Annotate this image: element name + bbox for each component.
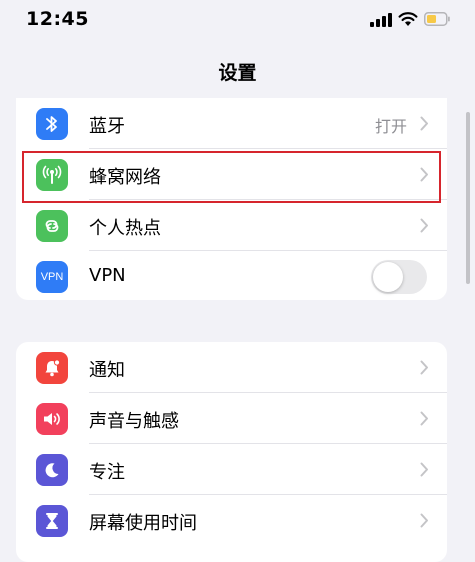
- vpn-icon: VPN: [36, 261, 68, 293]
- bluetooth-status-value: 打开: [374, 117, 407, 136]
- settings-row-cellular[interactable]: 蜂窝网络: [16, 149, 447, 200]
- settings-row-focus[interactable]: 专注: [16, 444, 447, 495]
- settings-row-label: VPN: [89, 265, 126, 286]
- settings-row-label: 蜂窝网络: [89, 167, 161, 188]
- chevron-right-icon: [420, 513, 428, 528]
- settings-row-bluetooth[interactable]: 蓝牙 打开: [16, 98, 447, 149]
- focus-moon-icon: [36, 454, 68, 486]
- chevron-right-icon: [420, 411, 428, 426]
- sounds-icon: [36, 403, 68, 435]
- vpn-toggle[interactable]: [371, 260, 427, 294]
- notifications-icon: [36, 352, 68, 384]
- connectivity-group: 蓝牙 打开 蜂窝网络 个人热点 VPN VPN: [16, 98, 447, 300]
- hourglass-icon: [36, 505, 68, 537]
- settings-row-screen-time[interactable]: 屏幕使用时间: [16, 495, 447, 546]
- wifi-icon: [398, 12, 418, 26]
- settings-row-label: 屏幕使用时间: [89, 513, 197, 534]
- chevron-right-icon: [420, 218, 428, 233]
- vpn-icon-text: VPN: [40, 271, 64, 283]
- settings-row-notifications[interactable]: 通知: [16, 342, 447, 393]
- chevron-right-icon: [420, 167, 428, 182]
- chevron-right-icon: [420, 360, 428, 375]
- cellular-signal-icon: [370, 13, 392, 27]
- settings-row-label: 个人热点: [89, 218, 161, 239]
- page-title: 设置: [218, 62, 257, 84]
- scroll-indicator: [466, 112, 470, 284]
- toggle-knob: [373, 262, 403, 292]
- battery-icon: [424, 12, 450, 26]
- cellular-antenna-icon: [36, 159, 68, 191]
- chevron-right-icon: [420, 462, 428, 477]
- settings-row-label: 声音与触感: [89, 411, 179, 432]
- general-group: 通知 声音与触感 专注 屏幕使用时间: [16, 342, 447, 562]
- settings-row-vpn: VPN VPN: [16, 251, 447, 300]
- status-time: 12:45: [26, 8, 89, 30]
- settings-row-personal-hotspot[interactable]: 个人热点: [16, 200, 447, 251]
- settings-row-label: 通知: [89, 360, 125, 381]
- settings-row-sounds[interactable]: 声音与触感: [16, 393, 447, 444]
- chevron-right-icon: [420, 116, 428, 131]
- bluetooth-icon: [36, 108, 68, 140]
- settings-row-label: 专注: [89, 462, 125, 483]
- settings-row-label: 蓝牙: [89, 116, 125, 137]
- personal-hotspot-icon: [36, 210, 68, 242]
- status-bar: 12:45: [0, 0, 475, 44]
